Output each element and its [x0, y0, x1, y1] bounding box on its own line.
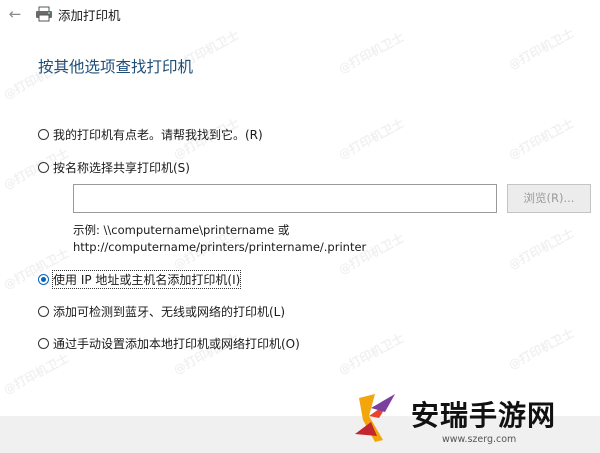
radio-old-printer[interactable] — [38, 128, 49, 140]
watermark-text: @打印机卫士 — [506, 325, 577, 373]
printer-icon — [36, 6, 52, 22]
title-bar: ← 添加打印机 — [0, 0, 600, 30]
window-title: 添加打印机 — [58, 8, 121, 23]
example-text-line2: http://computername/printers/printername… — [73, 240, 367, 254]
logo-text: 安瑞手游网 — [411, 399, 557, 432]
option-bluetooth-wireless[interactable]: 添加可检测到蓝牙、无线或网络的打印机(L) — [38, 302, 285, 320]
radio-shared-printer[interactable] — [38, 161, 49, 173]
option-old-printer[interactable]: 我的打印机有点老。请帮我找到它。(R) — [38, 125, 263, 143]
page-heading: 按其他选项查找打印机 — [38, 58, 194, 76]
option-label: 我的打印机有点老。请帮我找到它。(R) — [53, 127, 263, 142]
browse-button[interactable]: 浏览(R)... — [507, 184, 591, 213]
site-logo: 安瑞手游网 www.szerg.com — [345, 384, 595, 450]
watermark-text: @打印机卫士 — [506, 115, 577, 163]
option-manual-settings[interactable]: 通过手动设置添加本地打印机或网络打印机(O) — [38, 334, 300, 352]
option-label: 添加可检测到蓝牙、无线或网络的打印机(L) — [53, 304, 286, 319]
example-text-line1: 示例: \\computername\printername 或 — [73, 223, 290, 237]
radio-manual-settings[interactable] — [38, 337, 49, 349]
back-button[interactable]: ← — [4, 4, 26, 24]
radio-bluetooth-wireless[interactable] — [38, 305, 49, 317]
radio-ip-address[interactable] — [38, 273, 49, 285]
option-label: 使用 IP 地址或主机名添加打印机(I) — [51, 269, 242, 289]
shared-printer-name-input[interactable] — [73, 184, 497, 213]
option-label: 按名称选择共享打印机(S) — [53, 160, 190, 175]
option-label: 通过手动设置添加本地打印机或网络打印机(O) — [53, 336, 300, 351]
watermark-text: @打印机卫士 — [506, 25, 577, 73]
watermark-text: @打印机卫士 — [506, 225, 577, 273]
logo-url: www.szerg.com — [442, 434, 517, 445]
back-arrow-icon: ← — [8, 5, 22, 23]
watermark-text: @打印机卫士 — [1, 350, 72, 398]
watermark-text: @打印机卫士 — [336, 115, 407, 163]
option-ip-address[interactable]: 使用 IP 地址或主机名添加打印机(I) — [38, 269, 242, 289]
option-shared-printer[interactable]: 按名称选择共享打印机(S) — [38, 158, 190, 176]
watermark-text: @打印机卫士 — [336, 330, 407, 378]
watermark-text: @打印机卫士 — [336, 29, 407, 77]
logo-mark-icon — [355, 394, 395, 442]
